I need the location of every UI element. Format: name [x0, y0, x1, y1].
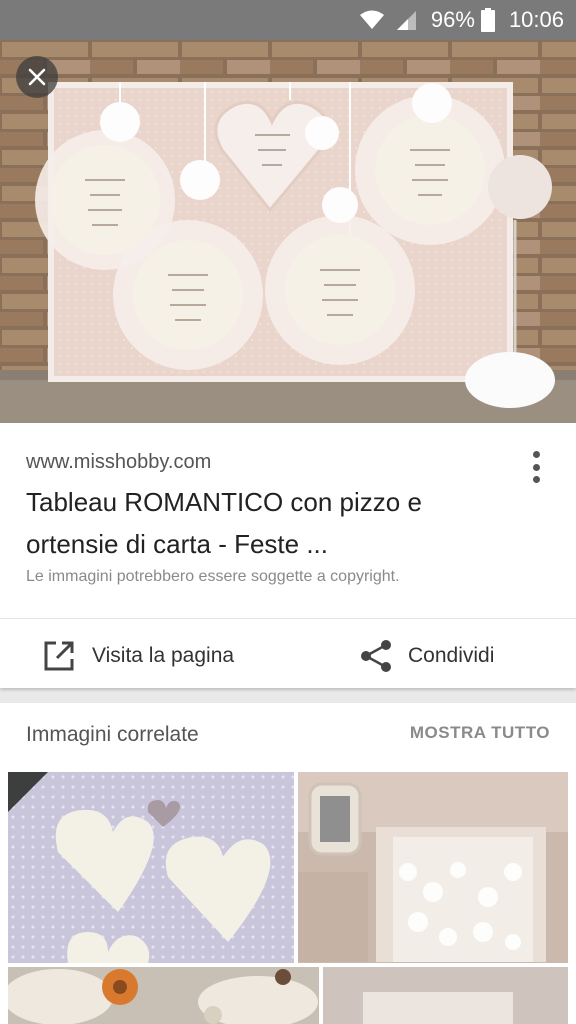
visit-page-label: Visita la pagina [92, 643, 235, 667]
close-button[interactable] [16, 56, 58, 98]
close-icon [28, 68, 46, 86]
visit-page-button[interactable]: Visita la pagina [42, 628, 234, 683]
more-vert-icon [532, 451, 540, 458]
result-title[interactable]: Tableau ROMANTICO con pizzo e ortensie d… [26, 481, 506, 565]
share-button[interactable]: Condividi [360, 628, 494, 683]
related-image-thumbnail[interactable] [8, 967, 319, 1024]
image-info-card: www.misshobby.com Tableau ROMANTICO con … [0, 423, 576, 688]
source-domain[interactable]: www.misshobby.com [26, 451, 211, 474]
related-image-thumbnail[interactable] [323, 967, 568, 1024]
divider [0, 618, 576, 619]
copyright-notice: Le immagini potrebbero essere soggette a… [26, 568, 400, 585]
wifi-icon [359, 10, 384, 29]
signal-icon [396, 11, 416, 30]
related-images-title: Immagini correlate [26, 723, 199, 746]
hero-image[interactable] [0, 40, 576, 423]
open-in-new-icon [44, 641, 74, 670]
show-all-button[interactable]: MOSTRA TUTTO [410, 723, 550, 743]
more-options-button[interactable] [520, 447, 552, 487]
battery-percent: 96% [430, 7, 475, 32]
related-images-section: Immagini correlate MOSTRA TUTTO [0, 703, 576, 1024]
share-label: Condividi [408, 643, 495, 667]
related-image-thumbnail[interactable] [8, 772, 294, 963]
battery-icon [480, 8, 495, 32]
clock: 10:06 [508, 7, 564, 32]
status-bar: 96% 10:06 [0, 0, 576, 40]
share-icon [361, 639, 391, 672]
related-image-thumbnail[interactable] [298, 772, 568, 963]
